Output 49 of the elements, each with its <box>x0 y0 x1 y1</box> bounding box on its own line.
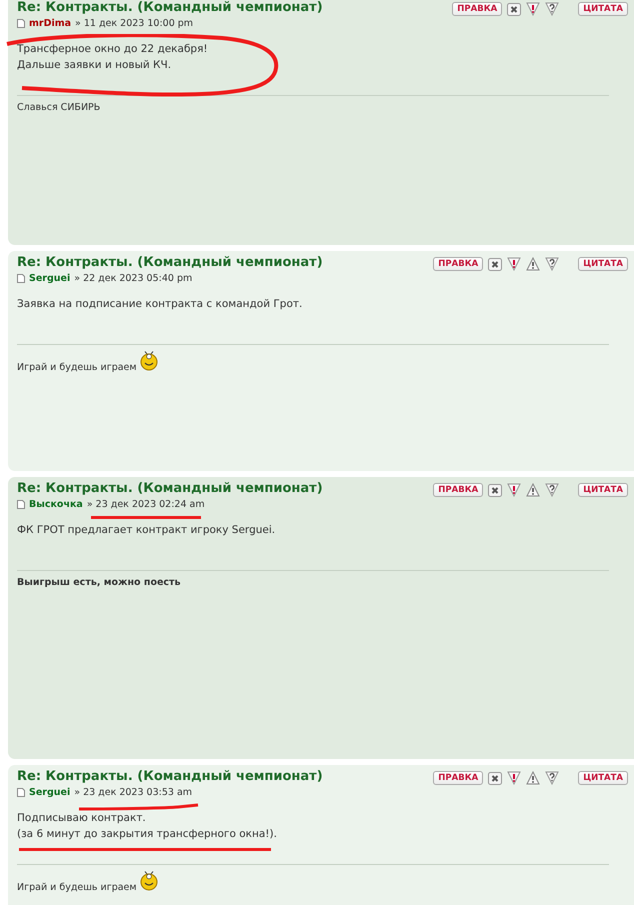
delete-icon[interactable] <box>488 258 502 270</box>
info-icon[interactable] <box>545 2 560 16</box>
quote-button[interactable]: ЦИТАТА <box>578 2 628 16</box>
post-date: » 22 дек 2023 05:40 pm <box>74 273 192 284</box>
report-icon[interactable] <box>507 257 522 271</box>
edit-button[interactable]: ПРАВКА <box>433 257 484 271</box>
post-date: » 11 дек 2023 10:00 pm <box>75 18 194 29</box>
smiley-icon <box>140 871 158 891</box>
warning-icon[interactable] <box>526 771 540 785</box>
signature-text: Играй и будешь играем <box>17 362 137 373</box>
report-icon[interactable] <box>507 771 522 785</box>
signature-text: Славься СИБИРЬ <box>17 102 100 113</box>
post-text: Трансферное окно до 22 декабря! Дальше заявки и новый КЧ. <box>17 41 609 96</box>
delete-icon[interactable] <box>488 484 502 496</box>
post-date: » 23 дек 2023 02:24 am <box>86 499 205 510</box>
post-text: Заявка на подписание контракта с командой Грот. <box>17 296 609 345</box>
signature-text: Играй и будешь играем <box>17 882 137 893</box>
warning-icon[interactable] <box>526 257 540 271</box>
delete-icon[interactable] <box>507 2 522 16</box>
warning-icon[interactable] <box>526 483 540 497</box>
quote-button[interactable]: ЦИТАТА <box>578 483 628 497</box>
post-icon <box>17 788 25 797</box>
report-icon[interactable] <box>507 483 522 497</box>
author-link[interactable]: Serguei <box>29 273 70 284</box>
author-link[interactable]: mrDima <box>29 18 72 29</box>
smiley-icon <box>140 351 158 371</box>
post-title[interactable]: Re: Контракты. (Командный чемпионат) <box>17 255 323 270</box>
signature-text: Выигрыш есть, можно поесть <box>17 577 181 588</box>
quote-button[interactable]: ЦИТАТА <box>578 771 628 785</box>
author-link[interactable]: Выскочка <box>29 499 83 510</box>
report-icon[interactable] <box>526 2 540 16</box>
post-text: ФК ГРОТ предлагает контракт игроку Serguei. <box>17 522 609 571</box>
info-icon[interactable] <box>545 483 560 497</box>
info-icon[interactable] <box>545 257 560 271</box>
post-date: » 23 дек 2023 03:53 am <box>74 787 192 798</box>
post-title[interactable]: Re: Контракты. (Командный чемпионат) <box>17 0 323 15</box>
post-title[interactable]: Re: Контракты. (Командный чемпионат) <box>17 481 323 496</box>
edit-button[interactable]: ПРАВКА <box>452 2 502 16</box>
post-icon <box>17 19 25 28</box>
post-title[interactable]: Re: Контракты. (Командный чемпионат) <box>17 769 323 784</box>
author-link[interactable]: Serguei <box>29 787 70 798</box>
info-icon[interactable] <box>545 771 560 785</box>
delete-icon[interactable] <box>488 772 502 784</box>
post-text: Подписываю контракт. (за 6 минут до закрытия трансферного окна!). <box>17 810 609 865</box>
edit-button[interactable]: ПРАВКА <box>433 771 484 785</box>
edit-button[interactable]: ПРАВКА <box>433 483 484 497</box>
post-icon <box>17 274 25 283</box>
quote-button[interactable]: ЦИТАТА <box>578 257 628 271</box>
post-icon <box>17 500 25 509</box>
